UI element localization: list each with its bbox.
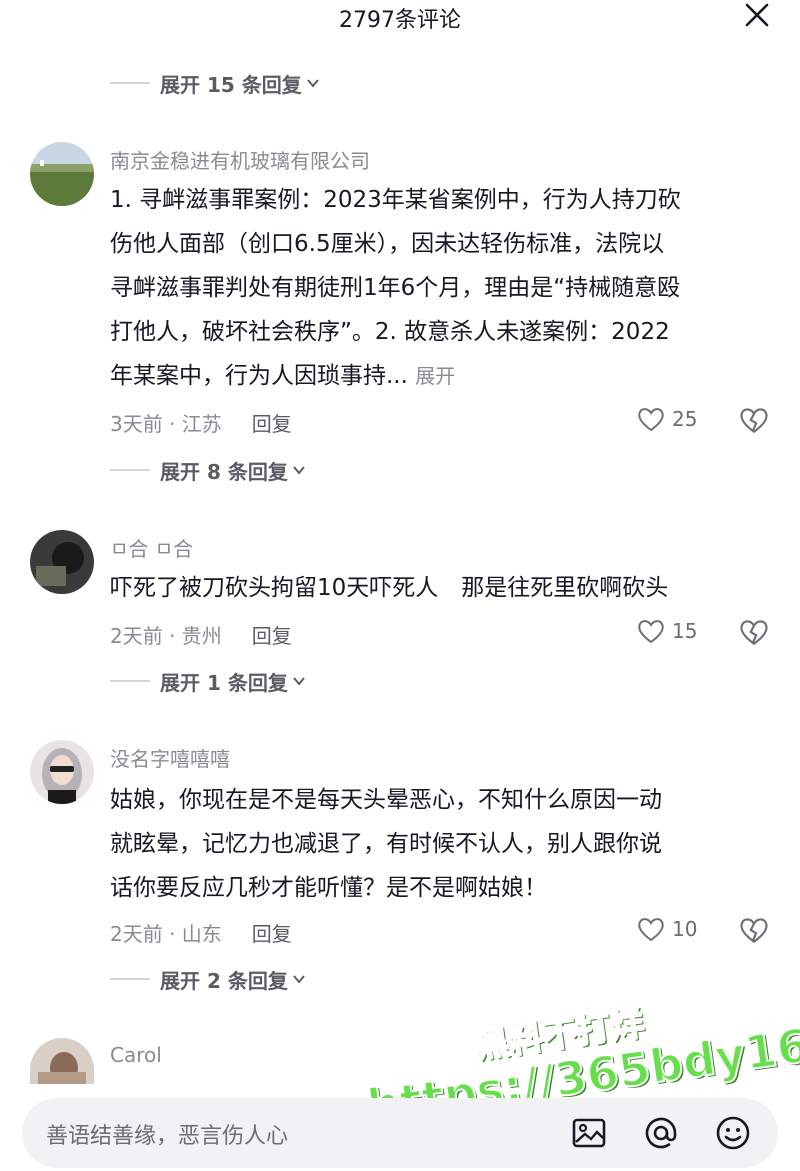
comment-line: 吓死了被刀砍头拘留10天吓死人 那是往死里砍啊砍头 xyxy=(110,575,669,601)
mention-icon[interactable] xyxy=(642,1114,680,1152)
comment-line: 打他人，破坏社会秩序”。2. 故意杀人未遂案例：2022 xyxy=(110,319,670,345)
comment-username[interactable]: ㅁ合 ㅁ合 xyxy=(110,533,193,562)
expand-comment-link[interactable]: 展开 xyxy=(415,364,455,388)
heart-icon xyxy=(638,408,664,432)
comment-text: 1. 寻衅滋事罪案例：2023年某省案例中，行为人持刀砍 伤他人面部（创口6.5… xyxy=(110,178,770,398)
expand-replies-button[interactable]: 展开 2 条回复 xyxy=(110,964,306,994)
like-count: 25 xyxy=(672,407,698,431)
like-button[interactable]: 10 xyxy=(636,914,697,944)
avatar[interactable] xyxy=(30,530,94,594)
chevron-down-icon xyxy=(293,975,305,984)
comment-time-location: 2天前 · 山东 xyxy=(110,922,222,946)
expand-replies-label: 展开 2 条回复 xyxy=(160,968,288,993)
reply-button[interactable]: 回复 xyxy=(252,620,292,649)
like-button[interactable]: 15 xyxy=(636,616,697,646)
comment-username[interactable]: 南京金稳进有机玻璃有限公司 xyxy=(110,145,370,174)
chevron-down-icon xyxy=(293,466,305,475)
comment-text: 吓死了被刀砍头拘留10天吓死人 那是往死里砍啊砍头 xyxy=(110,566,770,610)
comment-input-bar[interactable]: 善语结善缘，恶言伤人心 xyxy=(22,1098,778,1168)
emoji-icon[interactable] xyxy=(714,1114,752,1152)
comment-input[interactable]: 善语结善缘，恶言伤人心 xyxy=(46,1118,288,1150)
chevron-down-icon xyxy=(293,677,305,686)
reply-button[interactable]: 回复 xyxy=(252,918,292,947)
image-icon[interactable] xyxy=(570,1114,608,1152)
divider xyxy=(110,469,150,471)
like-count: 10 xyxy=(672,917,698,941)
expand-replies-button[interactable]: 展开 15 条回复 xyxy=(110,68,320,98)
expand-replies-label: 展开 1 条回复 xyxy=(160,670,288,695)
divider xyxy=(110,978,150,980)
heart-icon xyxy=(638,620,664,644)
comment-time-location: 3天前 · 江苏 xyxy=(110,412,222,436)
comment-username[interactable]: 没名字嘻嘻嘻 xyxy=(110,743,230,772)
avatar[interactable] xyxy=(30,740,94,804)
broken-heart-icon[interactable] xyxy=(738,914,770,946)
expand-replies-button[interactable]: 展开 1 条回复 xyxy=(110,666,306,696)
comment-text: 姑娘，你现在是不是每天头晕恶心，不知什么原因一动 就眩晕，记忆力也减退了，有时候… xyxy=(110,778,770,910)
comment-meta: 2天前 · 山东 回复 xyxy=(110,918,292,947)
reply-button[interactable]: 回复 xyxy=(252,408,292,437)
comment-username[interactable]: Carol xyxy=(110,1043,162,1067)
comment-time-location: 2天前 · 贵州 xyxy=(110,624,222,648)
comment-line: 姑娘，你现在是不是每天头晕恶心，不知什么原因一动 xyxy=(110,787,662,813)
divider xyxy=(110,82,150,84)
comment-line: 就眩晕，记忆力也减退了，有时候不认人，别人跟你说 xyxy=(110,831,662,857)
avatar-image xyxy=(30,530,94,594)
expand-replies-label: 展开 15 条回复 xyxy=(160,72,302,97)
close-icon[interactable] xyxy=(742,0,772,30)
avatar[interactable] xyxy=(30,1038,94,1084)
like-count: 15 xyxy=(672,619,698,643)
avatar[interactable] xyxy=(30,142,94,206)
like-button[interactable]: 25 xyxy=(636,404,697,434)
chevron-down-icon xyxy=(306,79,319,88)
comments-header: 2797条评论 xyxy=(0,0,800,33)
comment-line: 年某案中，行为人因琐事持... xyxy=(110,363,408,389)
broken-heart-icon[interactable] xyxy=(738,404,770,436)
comment-line: 话你要反应几秒才能听懂？是不是啊姑娘！ xyxy=(110,875,547,901)
comment-line: 1. 寻衅滋事罪案例：2023年某省案例中，行为人持刀砍 xyxy=(110,187,681,213)
expand-replies-label: 展开 8 条回复 xyxy=(160,459,288,484)
comment-line: 伤他人面部（创口6.5厘米），因未达轻伤标准，法院以 xyxy=(110,231,665,257)
comment-line: 寻衅滋事罪判处有期徒刑1年6个月，理由是“持械随意殴 xyxy=(110,275,681,301)
comment-meta: 3天前 · 江苏 回复 xyxy=(110,408,292,437)
avatar-image xyxy=(30,142,94,206)
avatar-image xyxy=(30,1038,94,1084)
comments-count-title: 2797条评论 xyxy=(339,8,461,33)
avatar-image xyxy=(30,740,94,804)
expand-replies-button[interactable]: 展开 8 条回复 xyxy=(110,455,306,485)
comment-meta: 2天前 · 贵州 回复 xyxy=(110,620,292,649)
broken-heart-icon[interactable] xyxy=(738,616,770,648)
divider xyxy=(110,680,150,682)
heart-icon xyxy=(638,918,664,942)
